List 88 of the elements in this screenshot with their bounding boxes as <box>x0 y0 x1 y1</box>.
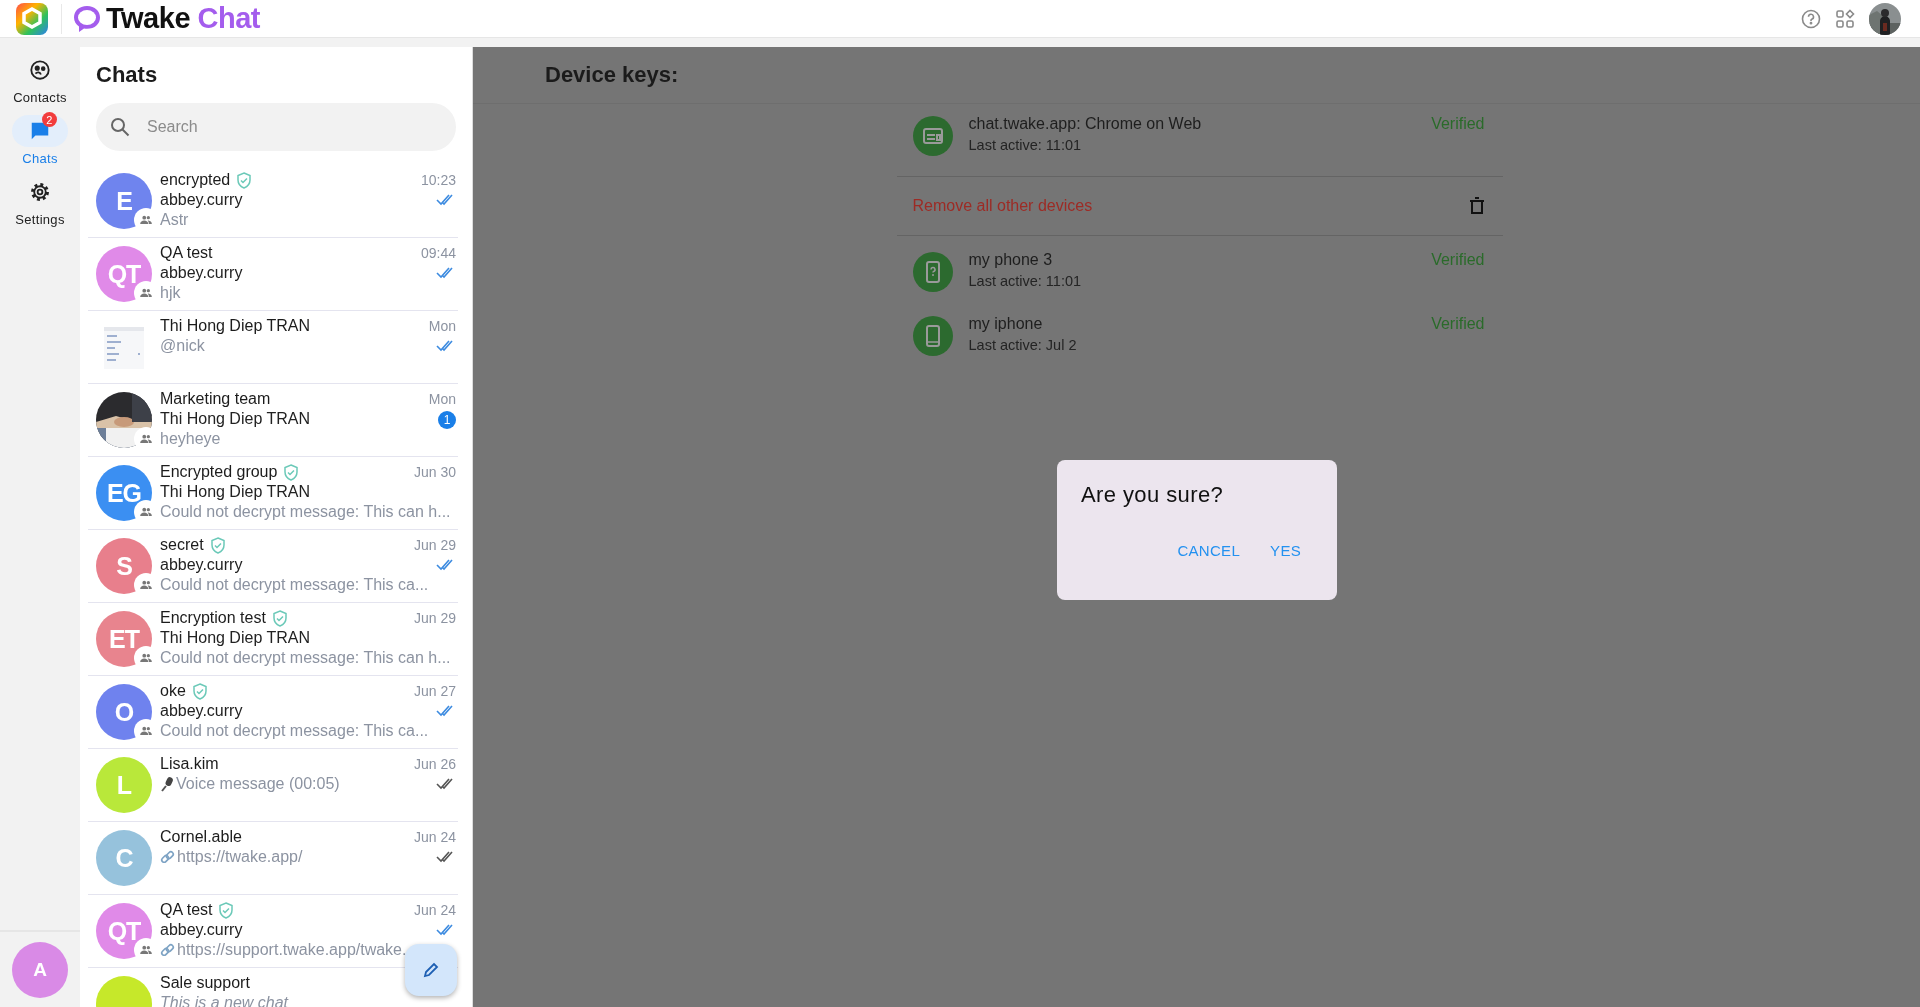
message-preview: Astr <box>160 210 189 230</box>
sender-name: abbey.curry <box>160 555 243 575</box>
device-name: chat.twake.app: Chrome on Web <box>968 114 1203 134</box>
phone-question-icon <box>912 252 953 292</box>
browser-icon <box>912 116 953 156</box>
device-name: my iphone <box>968 314 1044 334</box>
last-active-text: Last active: 11:01 <box>968 272 1083 291</box>
pencil-icon <box>423 962 439 978</box>
remove-devices-link[interactable]: Remove all other devices <box>912 197 1093 215</box>
avatar: S <box>96 538 152 594</box>
search-field[interactable]: Search <box>96 103 456 151</box>
sender-name: Thi Hong Diep TRAN <box>160 409 310 429</box>
avatar: E <box>96 173 152 229</box>
avatar: EG <box>96 465 152 521</box>
avatar: ET <box>96 611 152 667</box>
chat-name: Lisa.kim <box>160 754 219 774</box>
message-preview: Could not decrypt message: This ca... <box>160 575 429 595</box>
chat-name: secret <box>160 535 204 555</box>
device-name: my phone 3 <box>968 250 1054 270</box>
chat-time: Jun 24 <box>413 901 456 920</box>
account-avatar[interactable]: A <box>12 941 68 998</box>
message-preview: https://twake.app/ <box>177 847 303 867</box>
chat-time: Jun 30 <box>413 463 456 482</box>
chat-time: Mon <box>428 317 456 336</box>
app-title: Twake Chat <box>106 2 261 35</box>
chat-bubble-logo-icon <box>72 3 102 34</box>
apps-icon[interactable] <box>1835 8 1855 29</box>
avatar: L <box>96 757 152 813</box>
chat-time: Jun 29 <box>413 609 456 628</box>
microphone-icon <box>160 776 174 792</box>
message-preview: Could not decrypt message: This can h... <box>160 648 451 668</box>
unread-badge: 1 <box>438 410 456 429</box>
sender-name: abbey.curry <box>160 263 243 283</box>
chat-name: Encryption test <box>160 608 266 628</box>
dialog-title: Are you sure? <box>1081 482 1225 508</box>
sender-name: abbey.curry <box>160 190 243 210</box>
chat-name: QA test <box>160 243 213 263</box>
message-preview: Could not decrypt message: This can h... <box>160 502 451 522</box>
message-preview: Voice message (00:05) <box>176 774 340 794</box>
chat-name: encrypted <box>160 170 231 190</box>
message-preview: hjk <box>160 283 181 303</box>
message-preview: https://support.twake.app/twake. <box>177 940 407 960</box>
chat-time: Jun 24 <box>413 828 456 847</box>
trash-icon[interactable] <box>1468 197 1485 215</box>
panel-title: Chats <box>95 61 159 89</box>
message-preview: Could not decrypt message: This ca... <box>160 721 429 741</box>
avatar: QT <box>96 246 152 302</box>
search-icon <box>110 117 130 137</box>
sender-name: abbey.curry <box>160 920 243 940</box>
sender-name: Thi Hong Diep TRAN <box>160 482 310 502</box>
help-icon[interactable] <box>1801 8 1821 29</box>
contacts-tab[interactable]: Contacts <box>5 54 75 105</box>
section-title: Device keys: <box>473 47 1920 104</box>
settings-tab[interactable]: Settings <box>5 176 75 227</box>
chat-time: Mon <box>428 390 456 409</box>
chat-name: Marketing team <box>160 389 271 409</box>
phone-icon <box>912 316 953 356</box>
last-active-text: Last active: 11:01 <box>968 136 1083 155</box>
chat-name: Thi Hong Diep TRAN <box>160 316 310 336</box>
sender-name: abbey.curry <box>160 701 243 721</box>
count-badge: 2 <box>42 112 57 127</box>
sender-name: Thi Hong Diep TRAN <box>160 628 310 648</box>
contacts-icon <box>29 59 51 81</box>
dialog-button[interactable]: CANCEL <box>1175 538 1243 563</box>
verified-label: Verified <box>1431 314 1485 334</box>
chat-name: oke <box>160 681 186 701</box>
chat-name: Encrypted group <box>160 462 278 482</box>
message-preview: @nick <box>160 336 205 356</box>
verified-label: Verified <box>1431 114 1485 134</box>
avatar: C <box>96 830 152 886</box>
avatar: O <box>96 684 152 740</box>
last-active-text: Last active: Jul 2 <box>968 336 1078 355</box>
link-icon <box>160 942 175 958</box>
chat-time: Jun 29 <box>413 536 456 555</box>
chat-time: Jun 26 <box>413 755 456 774</box>
new-chat-button[interactable] <box>405 944 457 996</box>
chat-time: 10:23 <box>420 171 456 190</box>
message-preview: heyheye <box>160 429 221 449</box>
avatar: QT <box>96 903 152 959</box>
chat-time: Jun 27 <box>413 682 456 701</box>
chat-name: QA test <box>160 900 213 920</box>
chat-name: Cornel.able <box>160 827 242 847</box>
dialog-button[interactable]: YES <box>1268 538 1303 563</box>
settings-icon <box>29 181 51 203</box>
chat-name: Sale support <box>160 973 250 993</box>
verified-label: Verified <box>1431 250 1485 270</box>
chat-time: 09:44 <box>420 244 456 263</box>
link-icon <box>160 849 175 865</box>
